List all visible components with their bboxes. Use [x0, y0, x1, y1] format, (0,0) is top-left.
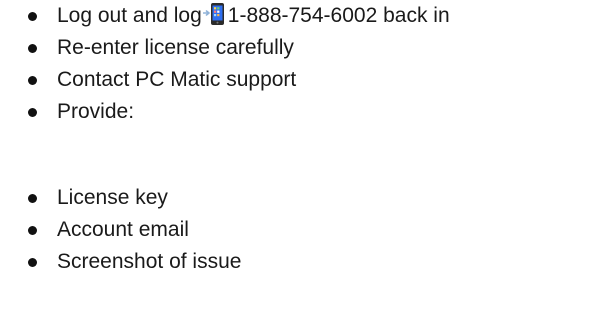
list-item-text: License key	[57, 186, 168, 209]
list-item-text: Log out and log 1-888-754-6002 back in	[57, 0, 450, 32]
bullet-icon	[28, 226, 37, 235]
list-item-text: Re-enter license carefully	[57, 36, 294, 59]
list-item-text: Provide:	[57, 100, 135, 123]
list-item-text: Contact PC Matic support	[57, 68, 297, 91]
phone-number-text: 1-888-754-6002 back in	[227, 4, 450, 27]
bullet-icon	[28, 76, 37, 85]
list-item-text: Account email	[57, 218, 189, 241]
bullet-icon	[28, 108, 37, 117]
bullet-icon	[28, 12, 37, 21]
list-item-text: Screenshot of issue	[57, 250, 242, 273]
bullet-icon	[28, 258, 37, 267]
bullet-icon	[28, 194, 37, 203]
bullet-icon	[28, 44, 37, 53]
mobile-phone-with-arrow-icon	[202, 2, 227, 26]
list-item-text-before: Log out and log	[57, 4, 202, 27]
